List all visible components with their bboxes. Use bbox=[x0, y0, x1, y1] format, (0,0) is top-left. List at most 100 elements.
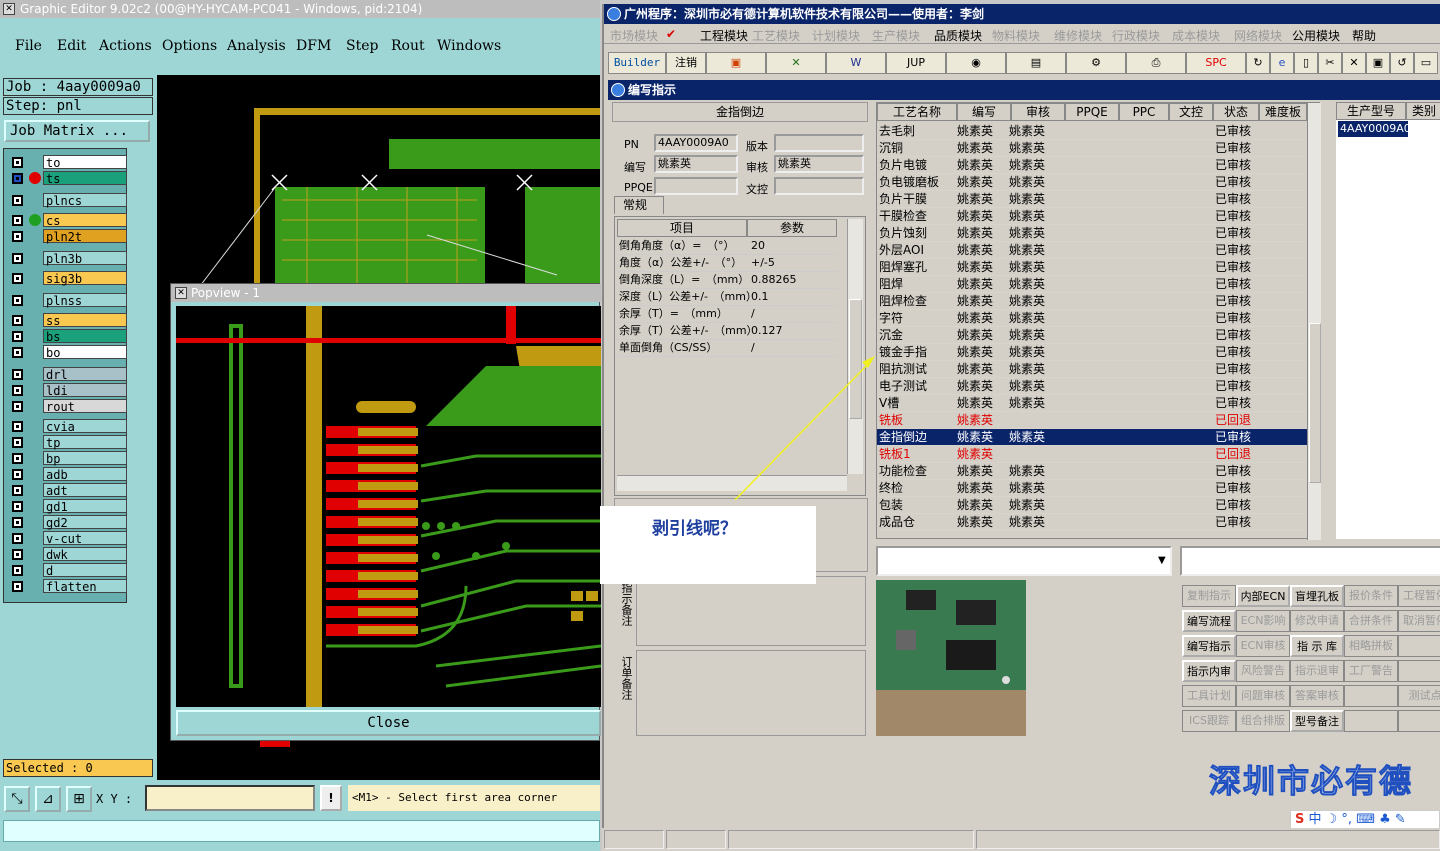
layer-row[interactable]: cvia bbox=[7, 419, 127, 434]
model-list-item[interactable]: 4AAY0009A0 bbox=[1338, 121, 1411, 137]
param-row[interactable]: 深度（L）公差+/- （mm） 0.1 bbox=[617, 289, 837, 306]
bottom-left-combo[interactable] bbox=[876, 546, 1172, 576]
layer-checkbox[interactable] bbox=[12, 295, 23, 306]
layer-checkbox[interactable] bbox=[12, 469, 23, 480]
layer-name[interactable]: bs bbox=[43, 329, 127, 344]
param-hscroll[interactable] bbox=[617, 475, 847, 491]
layer-name[interactable]: adt bbox=[43, 483, 127, 498]
action-button[interactable]: 编写流程 bbox=[1182, 610, 1236, 632]
action-button[interactable]: ICS跟踪 bbox=[1182, 710, 1236, 732]
table-row[interactable]: 负片干膜 姚素英 姚素英 已审核 bbox=[877, 191, 1309, 208]
menu-7[interactable]: 维修模块 bbox=[1054, 27, 1102, 44]
menu-rout[interactable]: Rout bbox=[391, 38, 425, 54]
layer-row[interactable]: adt bbox=[7, 483, 127, 498]
tab-general[interactable]: 常规 bbox=[614, 196, 664, 214]
doc-control-field[interactable] bbox=[774, 177, 864, 195]
chevron-down-icon[interactable]: ▼ bbox=[1158, 550, 1170, 572]
undo-icon[interactable]: ↺ bbox=[1390, 52, 1414, 74]
ie-icon[interactable]: e bbox=[1270, 52, 1294, 74]
action-button[interactable]: 测试点 bbox=[1398, 685, 1440, 707]
table-row[interactable]: 阻焊塞孔 姚素英 姚素英 已审核 bbox=[877, 259, 1309, 276]
layer-name[interactable]: tp bbox=[43, 435, 127, 450]
layer-checkbox[interactable] bbox=[12, 331, 23, 342]
printer-icon[interactable]: ⎙ bbox=[1126, 52, 1186, 74]
table-row[interactable]: 阻焊 姚素英 姚素英 已审核 bbox=[877, 276, 1309, 293]
action-button[interactable]: ECN审核 bbox=[1236, 635, 1290, 657]
param-row[interactable]: 角度（α）公差+/- （°） +/-5 bbox=[617, 255, 837, 272]
menu-actions[interactable]: Actions bbox=[99, 38, 152, 54]
menu-11[interactable]: 公用模块 bbox=[1292, 27, 1340, 44]
action-button[interactable]: ECN影响 bbox=[1236, 610, 1290, 632]
action-button[interactable]: 工厂警告 bbox=[1344, 660, 1398, 682]
layer-checkbox[interactable] bbox=[12, 533, 23, 544]
review-field[interactable]: 姚素英 bbox=[774, 155, 864, 173]
layer-checkbox[interactable] bbox=[12, 581, 23, 592]
layer-row[interactable]: plncs bbox=[7, 193, 127, 208]
table-row[interactable]: 镀金手指 姚素英 姚素英 已审核 bbox=[877, 344, 1309, 361]
param-row[interactable]: 余厚（T）公差+/- （mm） 0.127 bbox=[617, 323, 837, 340]
layer-checkbox[interactable] bbox=[12, 195, 23, 206]
layer-name[interactable]: gd1 bbox=[43, 499, 127, 514]
table-row[interactable]: 金指倒边 姚素英 姚素英 已审核 bbox=[877, 429, 1309, 446]
layer-name[interactable]: bp bbox=[43, 451, 127, 466]
spc-button[interactable]: SPC bbox=[1186, 52, 1246, 74]
action-button[interactable]: 盲埋孔板 bbox=[1290, 585, 1344, 607]
layer-checkbox[interactable] bbox=[12, 385, 23, 396]
grid-header-7[interactable]: 难度板 bbox=[1259, 103, 1307, 121]
action-button[interactable]: 报价条件 bbox=[1344, 585, 1398, 607]
word-icon[interactable]: W bbox=[826, 52, 886, 74]
logout-button[interactable]: 注销 bbox=[666, 52, 706, 74]
layer-checkbox[interactable] bbox=[12, 231, 23, 242]
table-row[interactable]: 铣板1 姚素英 已回退 bbox=[877, 446, 1309, 463]
layer-name[interactable]: plnss bbox=[43, 293, 127, 308]
job-matrix-button[interactable]: Job Matrix ... bbox=[4, 120, 150, 142]
zoom-fit-icon[interactable]: ⤡ bbox=[4, 786, 30, 812]
layer-checkbox[interactable] bbox=[12, 549, 23, 560]
table-row[interactable]: 去毛刺 姚素英 姚素英 已审核 bbox=[877, 123, 1309, 140]
action-button[interactable]: 复制指示 bbox=[1182, 585, 1236, 607]
param-row[interactable]: 倒角深度（L）= （mm） 0.88265 bbox=[617, 272, 837, 289]
action-button[interactable]: 指 示 库 bbox=[1290, 635, 1344, 657]
param-vscroll-thumb[interactable] bbox=[849, 299, 862, 419]
layer-row[interactable]: ss bbox=[7, 313, 127, 328]
alert-button[interactable]: ! bbox=[320, 785, 342, 811]
layer-checkbox[interactable] bbox=[12, 565, 23, 576]
layer-checkbox[interactable] bbox=[12, 437, 23, 448]
menu-8[interactable]: 行政模块 bbox=[1112, 27, 1160, 44]
layer-name[interactable]: sig3b bbox=[43, 271, 127, 286]
popview-canvas[interactable] bbox=[176, 306, 601, 707]
table-row[interactable]: 电子测试 姚素英 姚素英 已审核 bbox=[877, 378, 1309, 395]
table-row[interactable]: 铣板 姚素英 已回退 bbox=[877, 412, 1309, 429]
action-button[interactable]: 工程暂停 bbox=[1398, 585, 1440, 607]
process-grid-vscroll-thumb[interactable] bbox=[1309, 323, 1321, 483]
menu-2[interactable]: 工艺模块 bbox=[752, 27, 800, 44]
action-button[interactable]: 内部ECN bbox=[1236, 585, 1290, 607]
table-row[interactable]: 字符 姚素英 姚素英 已审核 bbox=[877, 310, 1309, 327]
layer-name[interactable]: flatten bbox=[43, 579, 127, 594]
table-row[interactable]: 负电镀磨板 姚素英 姚素英 已审核 bbox=[877, 174, 1309, 191]
table-row[interactable]: 负片蚀刻 姚素英 姚素英 已审核 bbox=[877, 225, 1309, 242]
popview-close-button[interactable]: Close bbox=[176, 710, 601, 736]
layer-checkbox[interactable] bbox=[12, 369, 23, 380]
layer-checkbox[interactable] bbox=[12, 501, 23, 512]
new-file-icon[interactable]: ▯ bbox=[1294, 52, 1318, 74]
layer-row[interactable]: drl bbox=[7, 367, 127, 382]
author-field[interactable]: 姚素英 bbox=[654, 155, 738, 173]
layer-row[interactable]: dwk bbox=[7, 547, 127, 562]
excel-icon[interactable]: ✕ bbox=[766, 52, 826, 74]
layer-name[interactable]: v-cut bbox=[43, 531, 127, 546]
layer-name[interactable]: dwk bbox=[43, 547, 127, 562]
action-button[interactable]: 风险警告 bbox=[1236, 660, 1290, 682]
table-row[interactable]: 功能检查 姚素英 姚素英 已审核 bbox=[877, 463, 1309, 480]
version-field[interactable] bbox=[774, 134, 864, 152]
menu-windows[interactable]: Windows bbox=[437, 38, 501, 54]
layer-name[interactable]: cvia bbox=[43, 419, 127, 434]
layer-checkbox[interactable] bbox=[12, 253, 23, 264]
layer-row[interactable]: sig3b bbox=[7, 271, 127, 286]
layer-row[interactable]: pln3b bbox=[7, 251, 127, 266]
table-row[interactable]: 外层AOI 姚素英 姚素英 已审核 bbox=[877, 242, 1309, 259]
table-row[interactable]: 沉铜 姚素英 姚素英 已审核 bbox=[877, 140, 1309, 157]
menu-edit[interactable]: Edit bbox=[57, 38, 86, 54]
action-button[interactable] bbox=[1398, 660, 1440, 682]
grid-icon[interactable]: ⊞ bbox=[66, 786, 92, 812]
